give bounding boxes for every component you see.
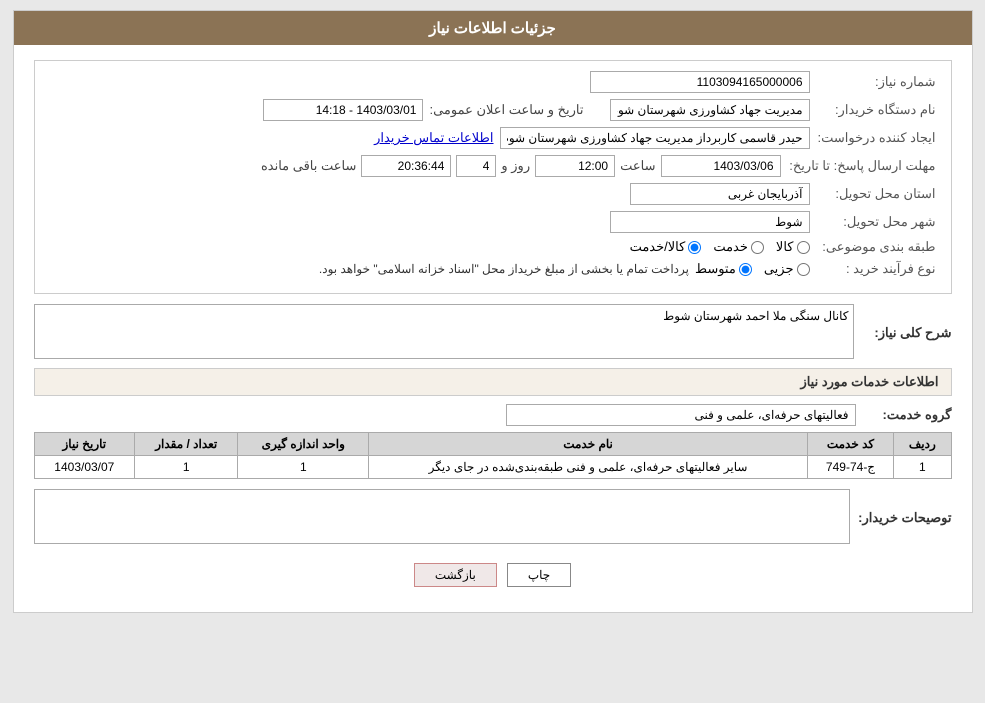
table-row: 1 ج-74-749 سایر فعالیتهای حرفه‌ای، علمی … <box>34 456 951 479</box>
col-code: کد خدمت <box>807 433 893 456</box>
noe-mottavasset-radio[interactable] <box>739 263 752 276</box>
col-count: تعداد / مقدار <box>135 433 238 456</box>
tabaqe-khedmat-option[interactable]: خدمت <box>713 239 764 255</box>
noe-jozei-radio[interactable] <box>797 263 810 276</box>
tarikh-aelan-input[interactable] <box>263 99 423 121</box>
noe-farayand-radio-group: جزیی متوسط <box>695 261 810 277</box>
shomare-niaz-label: شماره نیاز: <box>816 74 936 90</box>
toseeh-row: توصیحات خریدار: <box>34 489 952 547</box>
mohlat-saat-label: ساعت <box>620 158 655 174</box>
shahr-input[interactable] <box>610 211 810 233</box>
cell-date: 1403/03/07 <box>34 456 135 479</box>
col-radif: ردیف <box>894 433 951 456</box>
tabaqe-row: طبقه بندی موضوعی: کالا خدمت کالا/خدمت <box>50 239 936 255</box>
back-button[interactable]: بازگشت <box>414 563 497 587</box>
page-header: جزئیات اطلاعات نیاز <box>14 11 972 45</box>
page-title: جزئیات اطلاعات نیاز <box>429 20 556 37</box>
ijad-konande-row: ایجاد کننده درخواست: اطلاعات تماس خریدار <box>50 127 936 149</box>
ostan-label: استان محل تحویل: <box>816 186 936 202</box>
noe-jozei-label: جزیی <box>764 261 794 277</box>
noe-farayand-notice: پرداخت تمام یا بخشی از مبلغ خریداز محل "… <box>319 262 689 276</box>
nam-dastgah-input[interactable] <box>610 99 810 121</box>
noe-jozei-option[interactable]: جزیی <box>764 261 810 277</box>
mohlat-date-input[interactable] <box>661 155 781 177</box>
tarikh-aelan-label: تاریخ و ساعت اعلان عمومی: <box>429 102 583 118</box>
grohe-khedmat-label: گروه خدمت: <box>862 407 952 423</box>
shahr-row: شهر محل تحویل: <box>50 211 936 233</box>
col-date: تاریخ نیاز <box>34 433 135 456</box>
ijad-konande-label: ایجاد کننده درخواست: <box>816 130 936 146</box>
dastgah-tarikh-row: نام دستگاه خریدار: تاریخ و ساعت اعلان عم… <box>50 99 936 121</box>
col-name: نام خدمت <box>369 433 808 456</box>
tabaqe-kala-khedmat-label: کالا/خدمت <box>630 239 686 255</box>
shomare-niaz-input[interactable] <box>590 71 810 93</box>
noe-farayand-row: نوع فرآیند خرید : جزیی متوسط پرداخت تمام… <box>50 261 936 277</box>
tabaqe-kala-khedmat-radio[interactable] <box>688 241 701 254</box>
cell-radif: 1 <box>894 456 951 479</box>
noe-farayand-label: نوع فرآیند خرید : <box>816 261 936 277</box>
cell-unit: 1 <box>238 456 369 479</box>
tabaqe-kala-label: کالا <box>776 239 794 255</box>
cell-count: 1 <box>135 456 238 479</box>
grohe-khedmat-row: گروه خدمت: <box>34 404 952 426</box>
khadamat-section-title: اطلاعات خدمات مورد نیاز <box>34 368 952 396</box>
tabaqe-radio-group: کالا خدمت کالا/خدمت <box>630 239 810 255</box>
print-button[interactable]: چاپ <box>507 563 571 587</box>
ijad-konande-input[interactable] <box>500 127 810 149</box>
sharh-koli-row: شرح کلی نیاز: کانال سنگی ملا احمد شهرستا… <box>34 304 952 362</box>
sharh-koli-label: شرح کلی نیاز: <box>862 325 952 341</box>
tabaqe-kala-option[interactable]: کالا <box>776 239 810 255</box>
mohlat-baghimande-label: ساعت باقی مانده <box>261 158 356 174</box>
content-area: شماره نیاز: نام دستگاه خریدار: تاریخ و س… <box>14 45 972 612</box>
buttons-row: چاپ بازگشت <box>34 553 952 597</box>
tabaqe-khedmat-radio[interactable] <box>751 241 764 254</box>
tabaqe-kala-radio[interactable] <box>797 241 810 254</box>
toseeh-label: توصیحات خریدار: <box>858 510 951 526</box>
main-container: جزئیات اطلاعات نیاز شماره نیاز: نام دستگ… <box>13 10 973 613</box>
shahr-label: شهر محل تحویل: <box>816 214 936 230</box>
tabaqe-label: طبقه بندی موضوعی: <box>816 239 936 255</box>
main-form-section: شماره نیاز: نام دستگاه خریدار: تاریخ و س… <box>34 60 952 294</box>
ostan-row: استان محل تحویل: <box>50 183 936 205</box>
grohe-khedmat-input[interactable] <box>506 404 856 426</box>
ettelaat-tamas-link[interactable]: اطلاعات تماس خریدار <box>374 130 493 146</box>
tabaqe-kala-khedmat-option[interactable]: کالا/خدمت <box>630 239 702 255</box>
mohlat-rooz-input[interactable] <box>456 155 496 177</box>
noe-mottavasset-label: متوسط <box>695 261 736 277</box>
cell-code: ج-74-749 <box>807 456 893 479</box>
shomare-niaz-row: شماره نیاز: <box>50 71 936 93</box>
mohlat-label: مهلت ارسال پاسخ: تا تاریخ: <box>786 158 936 174</box>
ostan-input[interactable] <box>630 183 810 205</box>
mohlat-saat-input[interactable] <box>535 155 615 177</box>
noe-mottavasset-option[interactable]: متوسط <box>695 261 752 277</box>
mohlat-row: مهلت ارسال پاسخ: تا تاریخ: ساعت روز و سا… <box>50 155 936 177</box>
cell-name: سایر فعالیتهای حرفه‌ای، علمی و فنی طبقه‌… <box>369 456 808 479</box>
mohlat-countdown-input[interactable] <box>361 155 451 177</box>
mohlat-rooz-label: روز و <box>501 158 530 174</box>
service-table: ردیف کد خدمت نام خدمت واحد اندازه گیری ت… <box>34 432 952 479</box>
nam-dastgah-label: نام دستگاه خریدار: <box>816 102 936 118</box>
toseeh-textarea[interactable] <box>34 489 851 544</box>
col-unit: واحد اندازه گیری <box>238 433 369 456</box>
sharh-koli-textarea[interactable]: کانال سنگی ملا احمد شهرستان شوط <box>34 304 854 359</box>
tabaqe-khedmat-label: خدمت <box>713 239 748 255</box>
